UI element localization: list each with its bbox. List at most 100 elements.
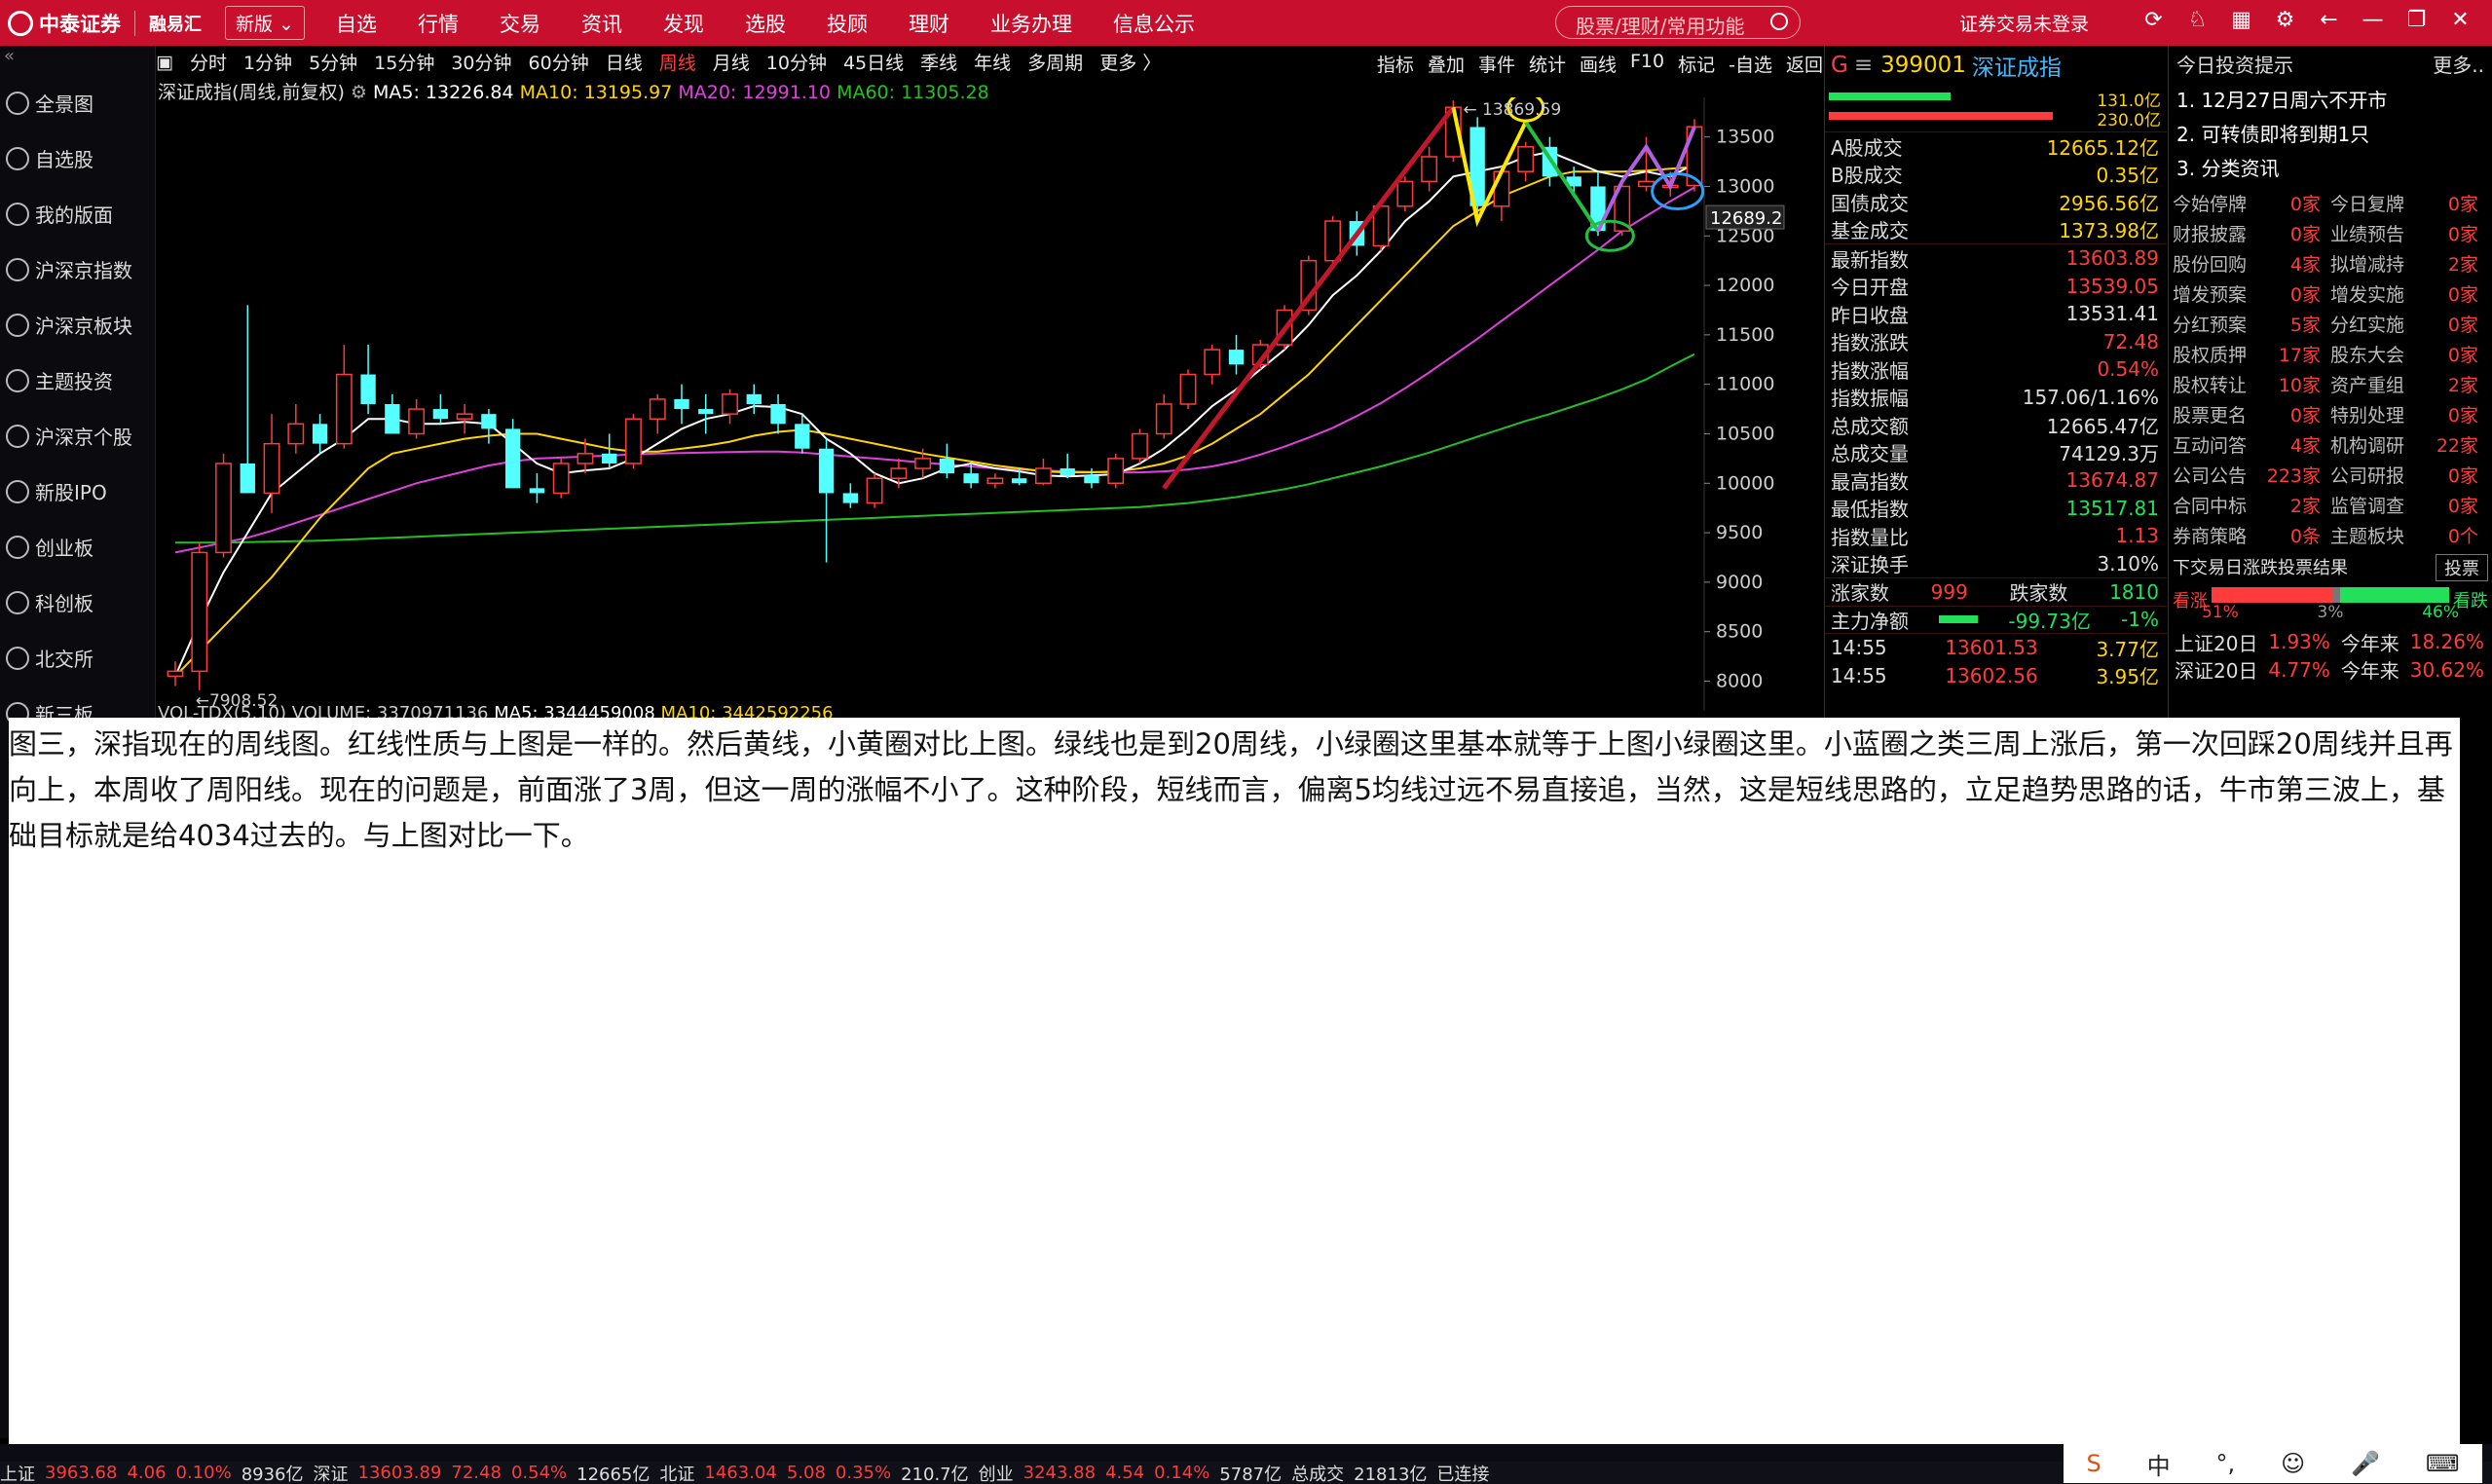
emoji-icon[interactable]: ☺ (2281, 1450, 2305, 1477)
event-item[interactable]: 分红实施 0家 (2330, 311, 2488, 337)
punct-icon[interactable]: °, (2216, 1450, 2236, 1477)
sidebar-item-themes[interactable]: 主题投资 (0, 352, 155, 408)
search-input[interactable]: 股票/理财/常用功能 (1555, 6, 1801, 39)
menu-item-discover[interactable]: 发现 (663, 9, 704, 38)
menu-item-watchlist[interactable]: 自选 (336, 9, 377, 38)
grid-icon[interactable]: ▦ (2219, 8, 2263, 32)
login-status[interactable]: 证券交易未登录 (1959, 10, 2089, 36)
period-tab[interactable]: 5分钟 (309, 49, 357, 75)
ime-icon[interactable]: S (2086, 1450, 2101, 1477)
tool-indicator[interactable]: 指标 (1377, 51, 1414, 77)
period-tab[interactable]: 45日线 (843, 49, 904, 75)
event-item[interactable]: 今始停牌 0家 (2173, 190, 2330, 216)
back-icon[interactable]: ← (2307, 8, 2351, 32)
period-tab[interactable]: 月线 (713, 49, 750, 75)
menu-item-disclosure[interactable]: 信息公示 (1113, 9, 1195, 38)
period-tab[interactable]: 1分钟 (243, 49, 292, 75)
tool-back[interactable]: 返回 (1786, 51, 1823, 77)
sidebar-item-watchlist[interactable]: 自选股 (0, 130, 155, 186)
sidebar-item-stocks[interactable]: 沪深京个股 (0, 408, 155, 464)
period-tab[interactable]: 60分钟 (529, 49, 589, 75)
mic-icon[interactable]: 🎤 (2351, 1450, 2380, 1477)
shirt-icon[interactable]: ♘ (2176, 8, 2219, 32)
tool-f10[interactable]: F10 (1630, 51, 1664, 77)
event-item[interactable]: 今日复牌 0家 (2330, 190, 2488, 216)
tool-draw[interactable]: 画线 (1580, 51, 1617, 77)
candlestick-chart[interactable]: 1350013000125001200011500110001050010000… (156, 97, 1823, 711)
brand-logo[interactable]: 中泰证券 融易汇 (0, 0, 209, 46)
event-item[interactable]: 股份回购 4家 (2173, 250, 2330, 277)
tip-line[interactable]: 2. 可转债即将到期1只 (2169, 116, 2492, 150)
event-item[interactable]: 机构调研 22家 (2330, 431, 2488, 458)
event-item[interactable]: 增发实施 0家 (2330, 280, 2488, 307)
period-tab[interactable]: 分时 (190, 49, 227, 75)
event-item[interactable]: 主题板块 0个 (2330, 522, 2488, 548)
menu-item-news[interactable]: 资讯 (581, 9, 622, 38)
minimize-icon[interactable]: — (2351, 8, 2395, 32)
event-item[interactable]: 公司公告 223家 (2173, 462, 2330, 488)
quote-row: 最高指数 13674.87 (1825, 466, 2167, 495)
event-item[interactable]: 业绩预告 0家 (2330, 220, 2488, 246)
event-item[interactable]: 分红预案 5家 (2173, 311, 2330, 337)
sidebar-item-sectors[interactable]: 沪深京板块 (0, 297, 155, 352)
tool-events[interactable]: 事件 (1478, 51, 1515, 77)
period-tab[interactable]: 年线 (974, 49, 1011, 75)
menu-item-trade[interactable]: 交易 (500, 9, 540, 38)
menu-item-wealth[interactable]: 理财 (909, 9, 949, 38)
event-item[interactable]: 监管调查 0家 (2330, 492, 2488, 518)
tips-more-link[interactable]: 更多.. (2433, 50, 2484, 78)
sidebar-item-my-layout[interactable]: 我的版面 (0, 186, 155, 241)
event-item[interactable]: 股票更名 0家 (2173, 401, 2330, 427)
collapse-icon[interactable]: « (0, 46, 155, 75)
version-select[interactable]: 新版 ⌄ (225, 6, 305, 40)
event-item[interactable]: 财报披露 0家 (2173, 220, 2330, 246)
menu-item-quotes[interactable]: 行情 (418, 9, 459, 38)
sidebar-item-bse[interactable]: 北交所 (0, 630, 155, 686)
close-icon[interactable]: ✕ (2438, 8, 2482, 32)
event-item[interactable]: 股权质押 17家 (2173, 341, 2330, 367)
sidebar-item-ipo[interactable]: 新股IPO (0, 464, 155, 519)
event-item[interactable]: 公司研报 0家 (2330, 462, 2488, 488)
event-item[interactable]: 拟增减持 2家 (2330, 250, 2488, 277)
menu-icon[interactable]: ≡ (1854, 53, 1873, 78)
tool-watch[interactable]: -自选 (1729, 51, 1772, 77)
sidebar-item-chinext[interactable]: 创业板 (0, 519, 155, 575)
period-tab[interactable]: 更多 〉 (1099, 49, 1161, 75)
keyboard-icon[interactable]: ⌨ (2426, 1450, 2460, 1477)
event-item[interactable]: 合同中标 2家 (2173, 492, 2330, 518)
event-item[interactable]: 特别处理 0家 (2330, 401, 2488, 427)
tool-overlay[interactable]: 叠加 (1428, 51, 1465, 77)
period-tab[interactable]: 10分钟 (766, 49, 827, 75)
vote-button[interactable]: 投票 (2436, 554, 2488, 581)
lang-icon[interactable]: 中 (2147, 1447, 2171, 1481)
sidebar-item-overview[interactable]: 全景图 (0, 75, 155, 130)
period-tab[interactable]: 多周期 (1027, 49, 1083, 75)
g-icon[interactable]: G (1831, 53, 1848, 78)
event-item[interactable]: 券商策略 0条 (2173, 522, 2330, 548)
refresh-icon[interactable]: ⟳ (2132, 8, 2176, 32)
sidebar-item-star[interactable]: 科创板 (0, 575, 155, 630)
period-tab[interactable]: 30分钟 (451, 49, 511, 75)
tip-line[interactable]: 1. 12月27日周六不开市 (2169, 82, 2492, 116)
search-icon[interactable] (1770, 13, 1788, 30)
event-item[interactable]: 互动问答 4家 (2173, 431, 2330, 458)
period-tab[interactable]: 季线 (920, 49, 957, 75)
flat-pct: 3% (2317, 603, 2344, 622)
period-tab-active[interactable]: 周线 (659, 49, 696, 75)
tool-stats[interactable]: 统计 (1529, 51, 1566, 77)
event-item[interactable]: 股东大会 0家 (2330, 341, 2488, 367)
tip-line[interactable]: 3. 分类资讯 (2169, 150, 2492, 184)
event-item[interactable]: 资产重组 2家 (2330, 371, 2488, 397)
restore-icon[interactable]: ❐ (2395, 8, 2438, 32)
event-item[interactable]: 增发预案 0家 (2173, 280, 2330, 307)
event-item[interactable]: 股权转让 10家 (2173, 371, 2330, 397)
settings-icon[interactable]: ⚙ (2263, 8, 2307, 32)
menu-item-screener[interactable]: 选股 (745, 9, 786, 38)
period-tab[interactable]: 15分钟 (374, 49, 434, 75)
period-tab[interactable]: 日线 (606, 49, 643, 75)
menu-item-advisor[interactable]: 投顾 (827, 9, 868, 38)
layout-toggle-icon[interactable]: ▣ (156, 52, 173, 73)
tool-mark[interactable]: 标记 (1678, 51, 1715, 77)
sidebar-item-indices[interactable]: 沪深京指数 (0, 241, 155, 297)
menu-item-business[interactable]: 业务办理 (990, 9, 1072, 38)
